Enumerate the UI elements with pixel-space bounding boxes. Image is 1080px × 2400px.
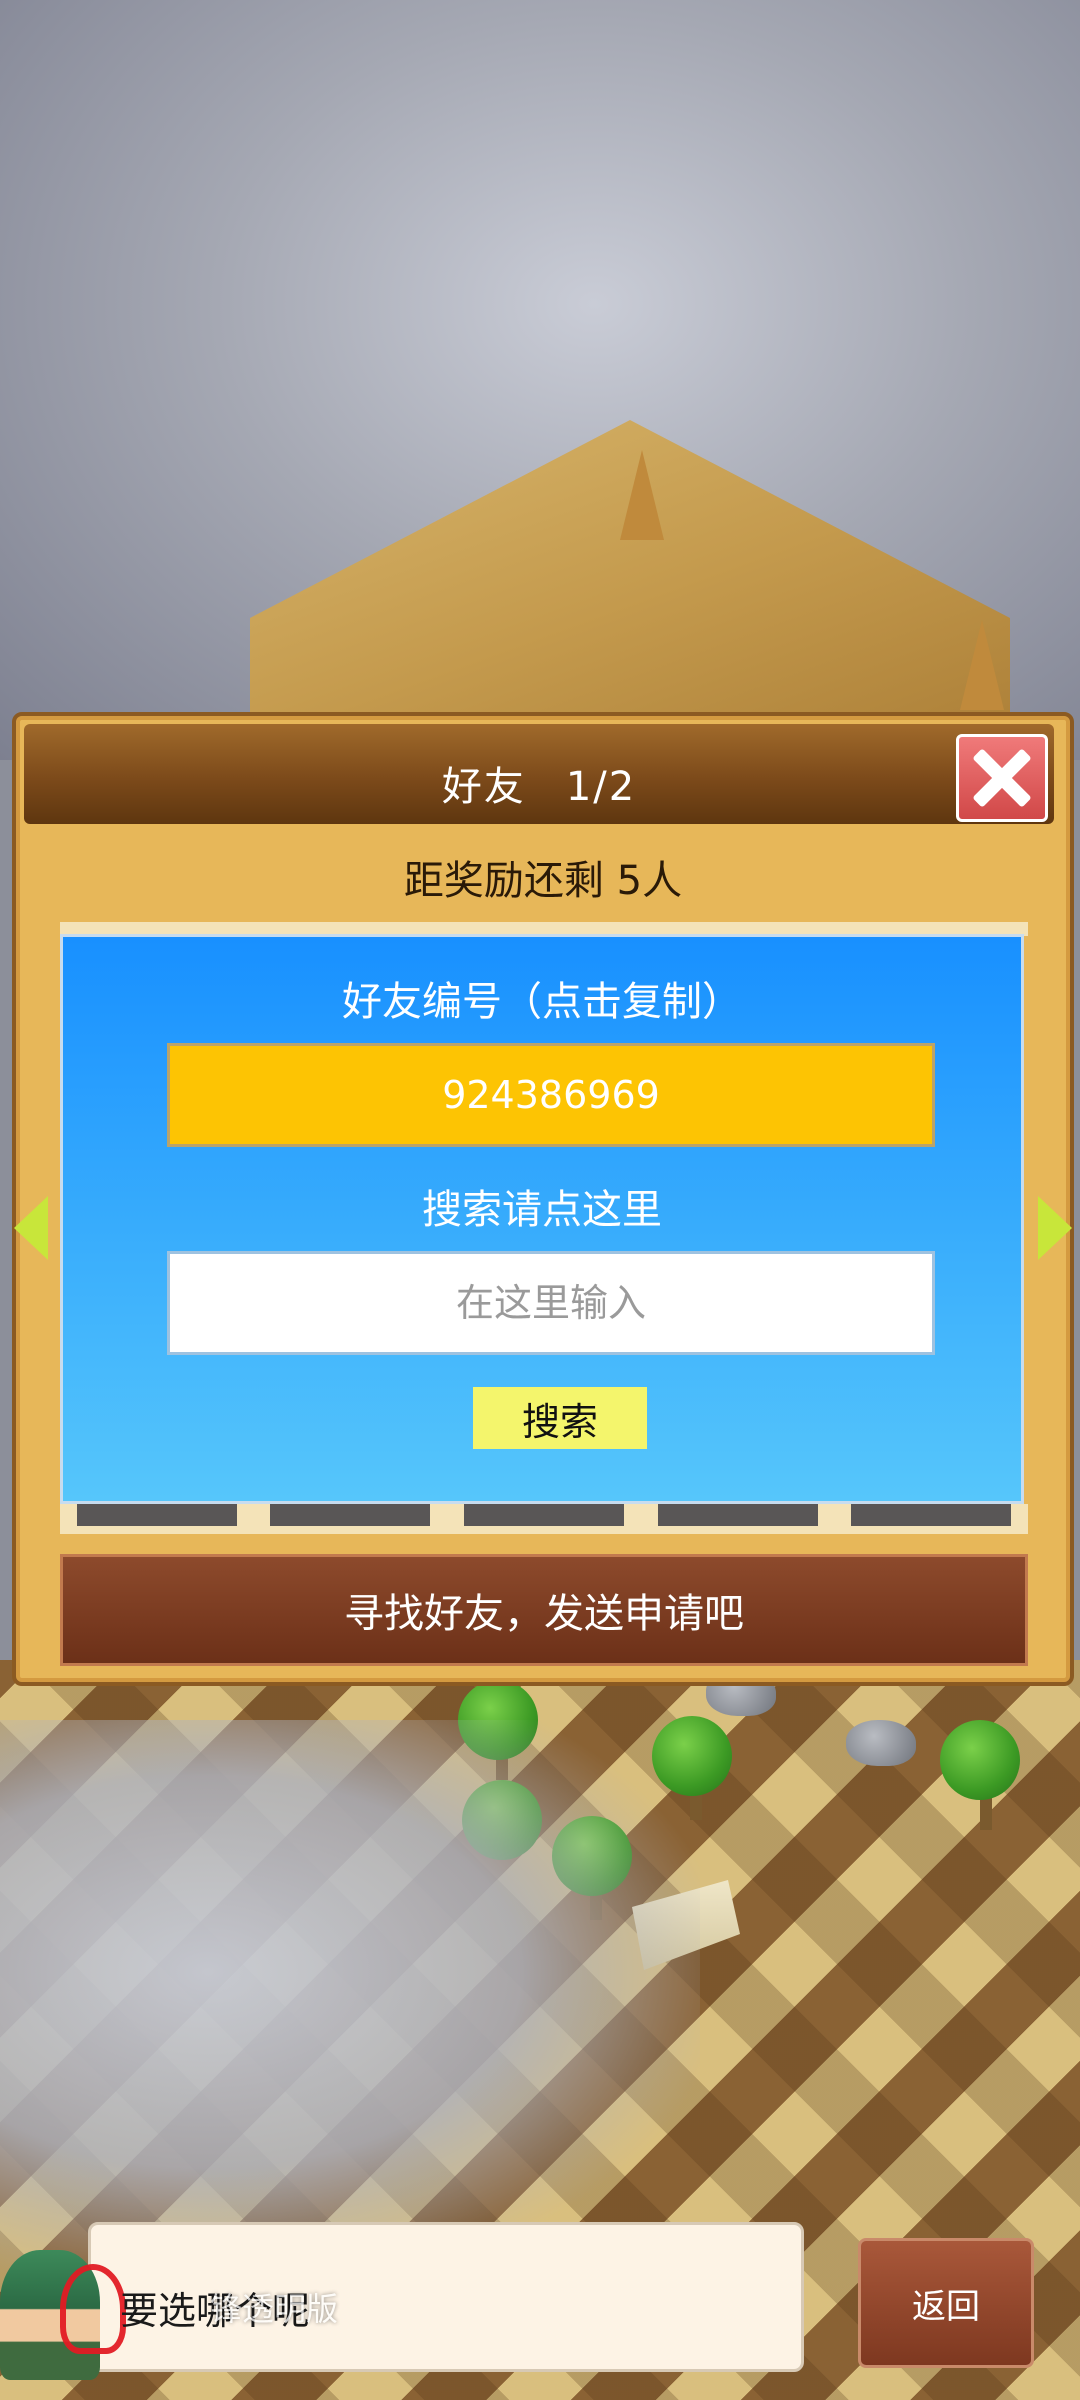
bottom-tab-strip <box>60 1504 1028 1534</box>
search-label: 搜索请点这里 <box>422 1187 662 1233</box>
find-friends-button[interactable]: 寻找好友，发送申请吧 <box>60 1554 1028 1666</box>
rock <box>846 1720 916 1766</box>
search-input[interactable] <box>167 1251 935 1355</box>
dialog-title-text: 好友 <box>441 764 526 810</box>
watermark-text: 锋透明版 <box>210 2290 339 2328</box>
arrow-right-icon[interactable] <box>1038 1196 1072 1260</box>
arrow-left-icon[interactable] <box>14 1196 48 1260</box>
close-icon[interactable] <box>956 734 1048 822</box>
friend-panel: 好友编号（点击复制） 924386969 搜索请点这里 搜索 <box>60 934 1024 1504</box>
friend-dialog: 好友 1/2 距奖励还剩 5人 好友编号（点击复制） 924386969 搜索请点… <box>12 712 1074 1686</box>
palm-tree <box>940 1720 1020 1800</box>
page-tab[interactable] <box>657 1504 818 1526</box>
watermark-logo-icon <box>60 2264 126 2354</box>
rock-spike <box>960 620 1004 710</box>
page-tab[interactable] <box>851 1504 1012 1526</box>
page-tab[interactable] <box>463 1504 624 1526</box>
dialog-title: 好友 1/2 <box>24 754 1054 812</box>
page-indicator: 1/2 <box>565 764 637 810</box>
page-tab[interactable] <box>76 1504 237 1526</box>
reward-remaining-text: 距奖励还剩 5人 <box>403 858 683 904</box>
friend-id-box[interactable]: 924386969 <box>167 1043 935 1147</box>
fog-bottom <box>0 1720 700 2280</box>
back-button[interactable]: 返回 <box>858 2238 1034 2368</box>
friend-id-label: 好友编号（点击复制） <box>342 979 742 1025</box>
rock-spike <box>620 450 664 540</box>
page-tab[interactable] <box>270 1504 431 1526</box>
dialog-titlebar: 好友 1/2 <box>24 724 1054 824</box>
search-button[interactable]: 搜索 <box>473 1387 647 1449</box>
